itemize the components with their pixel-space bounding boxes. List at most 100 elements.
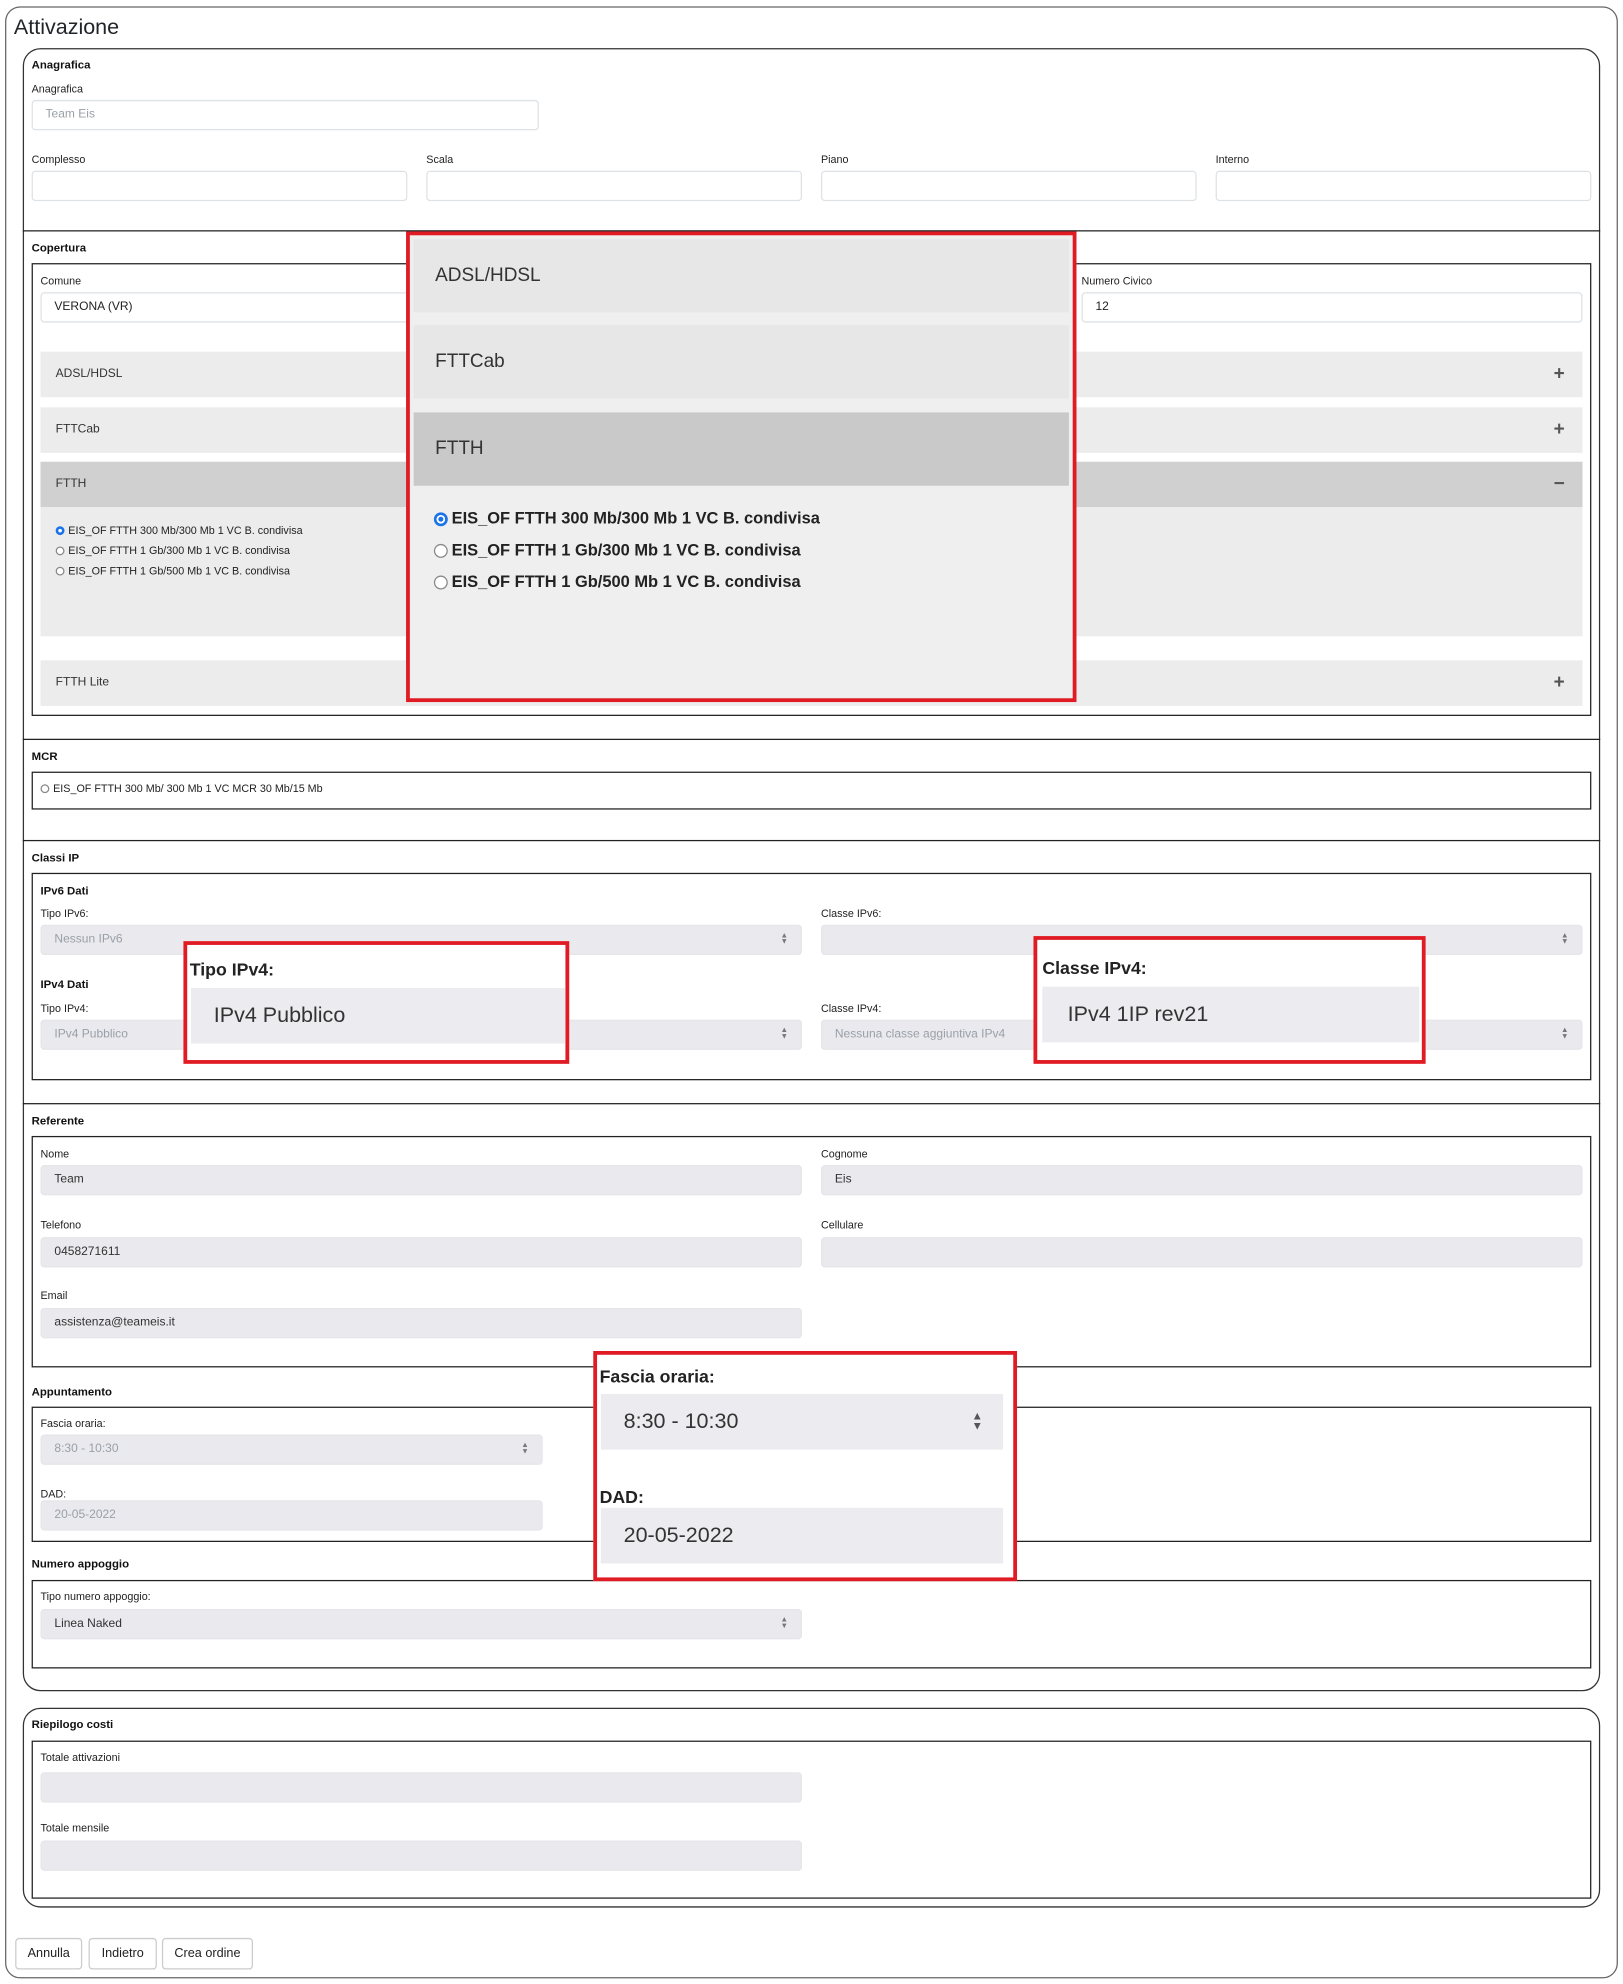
dad-input[interactable]: 20-05-2022 [40, 1500, 543, 1531]
select-arrows-icon: ▲ ▼ [1561, 932, 1569, 947]
tipo-numero-select[interactable]: Linea Naked ▲ ▼ [40, 1609, 802, 1640]
ftth-option-3[interactable]: EIS_OF FTTH 1 Gb/500 Mb 1 VC B. condivis… [55, 564, 291, 577]
civico-label: Numero Civico [1081, 274, 1153, 288]
radio-selected-icon[interactable] [433, 512, 448, 527]
zoom-option-3[interactable]: EIS_OF FTTH 1 Gb/500 Mb 1 VC B. condivis… [433, 571, 801, 591]
email-label: Email [40, 1289, 68, 1302]
select-value: 8:30 - 10:30 [623, 1409, 739, 1434]
piano-label: Piano [820, 153, 849, 166]
cellulare-label: Cellulare [820, 1218, 864, 1231]
classe-ipv6-label: Classe IPv6: [820, 906, 882, 920]
telefono-label: Telefono [40, 1218, 82, 1231]
section-mcr-title: MCR [31, 750, 58, 763]
civico-input[interactable]: 12 [1081, 292, 1583, 323]
tipo-numero-label: Tipo numero appoggio: [40, 1590, 151, 1603]
access-zoom-callout: ADSL/HDSL FTTCab FTTH EIS_OF FTTH 300 Mb… [406, 231, 1077, 703]
zoom-dad-label: DAD: [599, 1486, 644, 1507]
totale-attivazioni-label: Totale attivazioni [40, 1750, 120, 1764]
telefono-input[interactable]: 0458271611 [40, 1237, 802, 1268]
complesso-label: Complesso [31, 153, 86, 166]
zoom-accordion-ftth[interactable]: FTTH [413, 412, 1069, 486]
zoom-accordion-fttcab[interactable]: FTTCab [413, 325, 1069, 399]
page-title: Attivazione [13, 15, 120, 40]
collapse-icon: − [1553, 473, 1565, 495]
divider [22, 839, 1601, 842]
option-label: EIS_OF FTTH 300 Mb/ 300 Mb 1 VC MCR 30 M… [53, 781, 323, 795]
select-value: 8:30 - 10:30 [54, 1442, 119, 1456]
section-numero-appoggio-title: Numero appoggio [31, 1557, 130, 1570]
scala-input[interactable] [426, 170, 802, 202]
select-value: Linea Naked [54, 1616, 122, 1631]
zoom-classe-ipv4-value[interactable]: IPv4 1IP rev21 [1042, 986, 1420, 1043]
comune-input[interactable]: VERONA (VR) [40, 292, 420, 323]
zoom-option-2[interactable]: EIS_OF FTTH 1 Gb/300 Mb 1 VC B. condivis… [433, 540, 801, 560]
select-arrows-icon: ▲ ▼ [521, 1442, 529, 1456]
cellulare-input[interactable] [820, 1237, 1583, 1268]
tipo-ipv6-label: Tipo IPv6: [40, 906, 89, 920]
radio-icon[interactable] [55, 567, 65, 576]
interno-label: Interno [1215, 153, 1250, 166]
tipo-ipv4-zoom-callout: Tipo IPv4: IPv4 Pubblico [183, 941, 570, 1064]
radio-icon[interactable] [433, 575, 448, 590]
anagrafica-input[interactable]: Team Eis [31, 99, 539, 131]
zoom-tipo-ipv4-value[interactable]: IPv4 Pubblico [191, 987, 566, 1044]
nome-input[interactable]: Team [40, 1165, 802, 1196]
fascia-select[interactable]: 8:30 - 10:30 ▲ ▼ [40, 1434, 543, 1465]
interno-input[interactable] [1215, 170, 1592, 202]
radio-icon[interactable] [40, 784, 50, 794]
select-arrows-icon: ▲ ▼ [780, 1027, 789, 1042]
zoom-fascia-select[interactable]: 8:30 - 10:30 ▲ ▼ [600, 1393, 1004, 1450]
select-arrows-icon: ▲ ▼ [780, 932, 789, 947]
crea-ordine-button[interactable]: Crea ordine [161, 1937, 253, 1970]
accordion-label: FTTH [55, 476, 87, 491]
select-arrows-icon: ▲ ▼ [971, 1409, 983, 1432]
section-classi-ip-title: Classi IP [31, 851, 80, 864]
totale-attivazioni-field [40, 1772, 802, 1803]
accordion-label: ADSL/HDSL [55, 366, 123, 381]
option-label: EIS_OF FTTH 300 Mb/300 Mb 1 VC B. condiv… [451, 508, 820, 528]
cognome-input[interactable]: Eis [820, 1165, 1583, 1196]
expand-icon: + [1553, 418, 1565, 441]
section-anagrafica-title: Anagrafica [31, 58, 91, 71]
totale-mensile-field [40, 1840, 802, 1871]
select-value: Nessun IPv6 [54, 932, 123, 947]
ipv6-title: IPv6 Dati [40, 884, 89, 897]
section-copertura-title: Copertura [31, 241, 87, 255]
dad-label: DAD: [40, 1487, 67, 1501]
ftth-option-1[interactable]: EIS_OF FTTH 300 Mb/300 Mb 1 VC B. condiv… [55, 523, 303, 537]
section-appuntamento-title: Appuntamento [31, 1385, 112, 1398]
scala-label: Scala [426, 153, 454, 166]
email-input[interactable]: assistenza@teameis.it [40, 1307, 802, 1339]
ftth-option-2[interactable]: EIS_OF FTTH 1 Gb/300 Mb 1 VC B. condivis… [55, 544, 290, 557]
zoom-option-1[interactable]: EIS_OF FTTH 300 Mb/300 Mb 1 VC B. condiv… [433, 508, 820, 528]
cognome-label: Cognome [820, 1147, 868, 1160]
annulla-button[interactable]: Annulla [15, 1937, 83, 1970]
indietro-button[interactable]: Indietro [88, 1937, 157, 1970]
radio-icon[interactable] [55, 546, 65, 556]
zoom-tipo-ipv4-label: Tipo IPv4: [189, 958, 275, 980]
option-label: EIS_OF FTTH 1 Gb/300 Mb 1 VC B. condivis… [451, 540, 801, 560]
option-label: EIS_OF FTTH 1 Gb/500 Mb 1 VC B. condivis… [68, 564, 291, 577]
radio-icon[interactable] [433, 544, 448, 558]
select-arrows-icon: ▲ ▼ [780, 1616, 789, 1631]
select-value: Nessuna classe aggiuntiva IPv4 [834, 1027, 1006, 1042]
ipv4-title: IPv4 Dati [40, 977, 89, 991]
mcr-option[interactable]: EIS_OF FTTH 300 Mb/ 300 Mb 1 VC MCR 30 M… [40, 781, 323, 795]
classe-ipv4-zoom-callout: Classe IPv4: IPv4 1IP rev21 [1033, 936, 1426, 1064]
riepilogo-box [31, 1740, 1592, 1899]
divider [22, 738, 1601, 741]
zoom-dad-input[interactable]: 20-05-2022 [600, 1507, 1004, 1564]
select-value: IPv4 Pubblico [54, 1027, 128, 1042]
expand-icon: + [1553, 363, 1565, 385]
accordion-label: FTTCab [55, 422, 100, 437]
option-label: EIS_OF FTTH 300 Mb/300 Mb 1 VC B. condiv… [68, 523, 303, 537]
zoom-classe-ipv4-label: Classe IPv4: [1042, 957, 1147, 978]
appuntamento-zoom-callout: Fascia oraria: 8:30 - 10:30 ▲ ▼ DAD: 20-0… [593, 1350, 1018, 1582]
complesso-input[interactable] [31, 170, 408, 202]
piano-input[interactable] [820, 170, 1197, 202]
option-label: EIS_OF FTTH 1 Gb/500 Mb 1 VC B. condivis… [451, 571, 801, 591]
zoom-accordion-adsl[interactable]: ADSL/HDSL [413, 239, 1069, 313]
fascia-label: Fascia oraria: [40, 1416, 106, 1430]
radio-selected-icon[interactable] [55, 526, 65, 536]
divider [22, 1103, 1601, 1105]
